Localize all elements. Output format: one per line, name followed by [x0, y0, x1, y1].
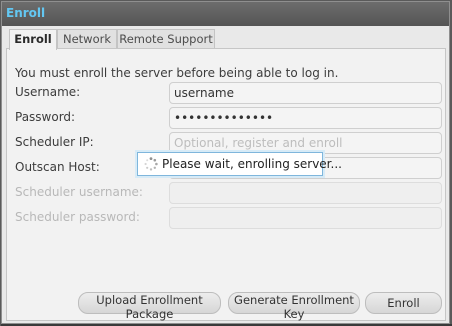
scheduler-username-field	[169, 182, 442, 204]
enroll-message: You must enroll the server before being …	[15, 66, 339, 80]
password-label: Password:	[15, 110, 76, 124]
scheduler-ip-field[interactable]	[169, 132, 442, 154]
tab-enroll[interactable]: Enroll	[9, 29, 57, 50]
scheduler-ip-label: Scheduler IP:	[15, 135, 94, 149]
password-field[interactable]	[169, 107, 442, 129]
username-field[interactable]	[169, 82, 442, 104]
title-bar[interactable]: Enroll	[2, 2, 449, 26]
tab-network[interactable]: Network	[57, 29, 117, 49]
generate-enrollment-key-button[interactable]: Generate Enrollment Key	[228, 292, 360, 321]
username-label: Username:	[15, 85, 81, 99]
enrolling-popup: Please wait, enrolling server...	[137, 152, 342, 176]
enrolling-text: Please wait, enrolling server...	[162, 157, 342, 171]
outscan-host-label: Outscan Host:	[15, 160, 100, 174]
upload-enrollment-package-button[interactable]: Upload Enrollment Package	[78, 292, 221, 321]
enroll-window: Enroll Enroll Network Remote Support You…	[1, 1, 450, 324]
scheduler-password-field	[169, 207, 442, 229]
spinner-icon	[144, 157, 158, 171]
enroll-panel: You must enroll the server before being …	[6, 48, 446, 321]
window-title: Enroll	[6, 6, 46, 20]
scheduler-password-label: Scheduler password:	[15, 210, 140, 224]
scheduler-username-label: Scheduler username:	[15, 185, 143, 199]
tab-remote-support[interactable]: Remote Support	[117, 29, 215, 49]
enroll-button[interactable]: Enroll	[365, 292, 442, 314]
